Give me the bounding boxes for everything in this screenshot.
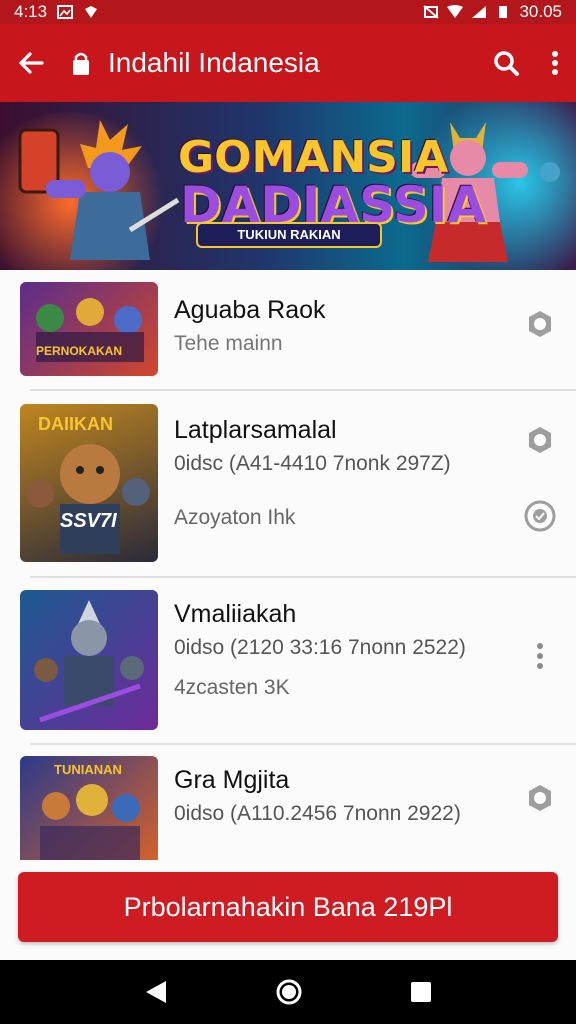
game-thumbnail[interactable]: PERNOKAKAN [20, 282, 158, 376]
thumbnail-caption: PERNOKAKAN [36, 344, 123, 358]
page-title: Indahil Indanesia [108, 47, 320, 78]
item-settings-button[interactable] [524, 424, 556, 456]
more-vert-icon [537, 643, 543, 669]
thumbnail-art [34, 600, 144, 723]
item-title: Aguaba Raok [174, 296, 326, 324]
item-meta: 0idso (2120 33:16 7nonn 2522) [174, 636, 466, 659]
item-meta: 0idsc (A41-4410 7nonk 297Z) [174, 452, 451, 475]
check-circle-icon [524, 500, 556, 532]
game-thumbnail[interactable]: DAIIKAN SSV7I [20, 404, 158, 562]
battery-icon [499, 6, 508, 18]
list-item[interactable]: DAIIKAN SSV7I Latplarsamalal 0idsc (A41-… [0, 392, 576, 576]
primary-action-button[interactable]: Prbolarnahakin Bana 219Pl [18, 872, 558, 942]
more-vert-icon[interactable] [550, 49, 560, 77]
item-subtext: Azoyaton Ihk [174, 506, 296, 529]
status-bar: 4:13 30.05 [0, 0, 576, 24]
game-list: PERNOKAKAN Aguaba Raok Tehe mainn DAIIKA… [0, 270, 576, 860]
settings-icon [529, 311, 551, 337]
battery-level: 30.05 [519, 2, 562, 21]
settings-icon [529, 785, 551, 811]
item-meta: 0idso (A110.2456 7nonn 2922) [174, 802, 461, 825]
wifi-icon [447, 5, 464, 18]
item-title: Latplarsamalal [174, 416, 337, 444]
game-thumbnail[interactable] [20, 590, 158, 730]
nav-recents-icon[interactable] [410, 981, 432, 1003]
game-thumbnail[interactable]: TUNIANAN [20, 756, 158, 860]
thumbnail-caption: DAIIKAN [38, 414, 113, 434]
signal-icon [472, 6, 487, 18]
promo-banner[interactable]: GOMANSIA DADIASSIA TUKIUN RAKIAN [0, 102, 576, 270]
image-notification-icon [57, 5, 74, 19]
item-title: Gra Mgjita [174, 766, 290, 794]
list-item[interactable]: PERNOKAKAN Aguaba Raok Tehe mainn [0, 270, 576, 390]
hero-left-illustration [18, 120, 180, 260]
item-title: Vmaliiakah [174, 600, 297, 628]
item-settings-button[interactable] [524, 782, 556, 814]
search-icon[interactable] [492, 49, 520, 77]
thumbnail-art [36, 298, 144, 362]
list-item[interactable]: TUNIANAN Gra Mgjita 0idso (A110.2456 7no… [0, 746, 576, 860]
nav-home-icon[interactable] [275, 978, 303, 1006]
item-status-button[interactable] [524, 500, 556, 532]
thumbnail-badge: SSV7I [60, 510, 117, 532]
status-time: 4:13 [14, 2, 48, 21]
item-more-button[interactable] [524, 640, 556, 672]
list-item[interactable]: Vmaliiakah 0idso (2120 33:16 7nonn 2522)… [0, 580, 576, 742]
settings-icon [529, 427, 551, 453]
location-icon [85, 6, 98, 18]
mute-icon [423, 5, 440, 19]
divider [30, 743, 576, 745]
item-meta: Tehe mainn [174, 332, 283, 355]
banner-ribbon: TUKIUN RAKIAN [196, 222, 382, 248]
thumbnail-caption: TUNIANAN [54, 762, 122, 777]
divider [30, 389, 576, 391]
item-subtext: 4zcasten 3K [174, 676, 290, 699]
divider [30, 576, 576, 578]
app-bar: Indahil Indanesia [0, 24, 576, 102]
nav-back-icon[interactable] [144, 979, 168, 1005]
item-settings-button[interactable] [524, 308, 556, 340]
lock-icon [73, 52, 89, 75]
system-nav-bar [0, 960, 576, 1024]
back-arrow-icon[interactable] [16, 48, 46, 78]
